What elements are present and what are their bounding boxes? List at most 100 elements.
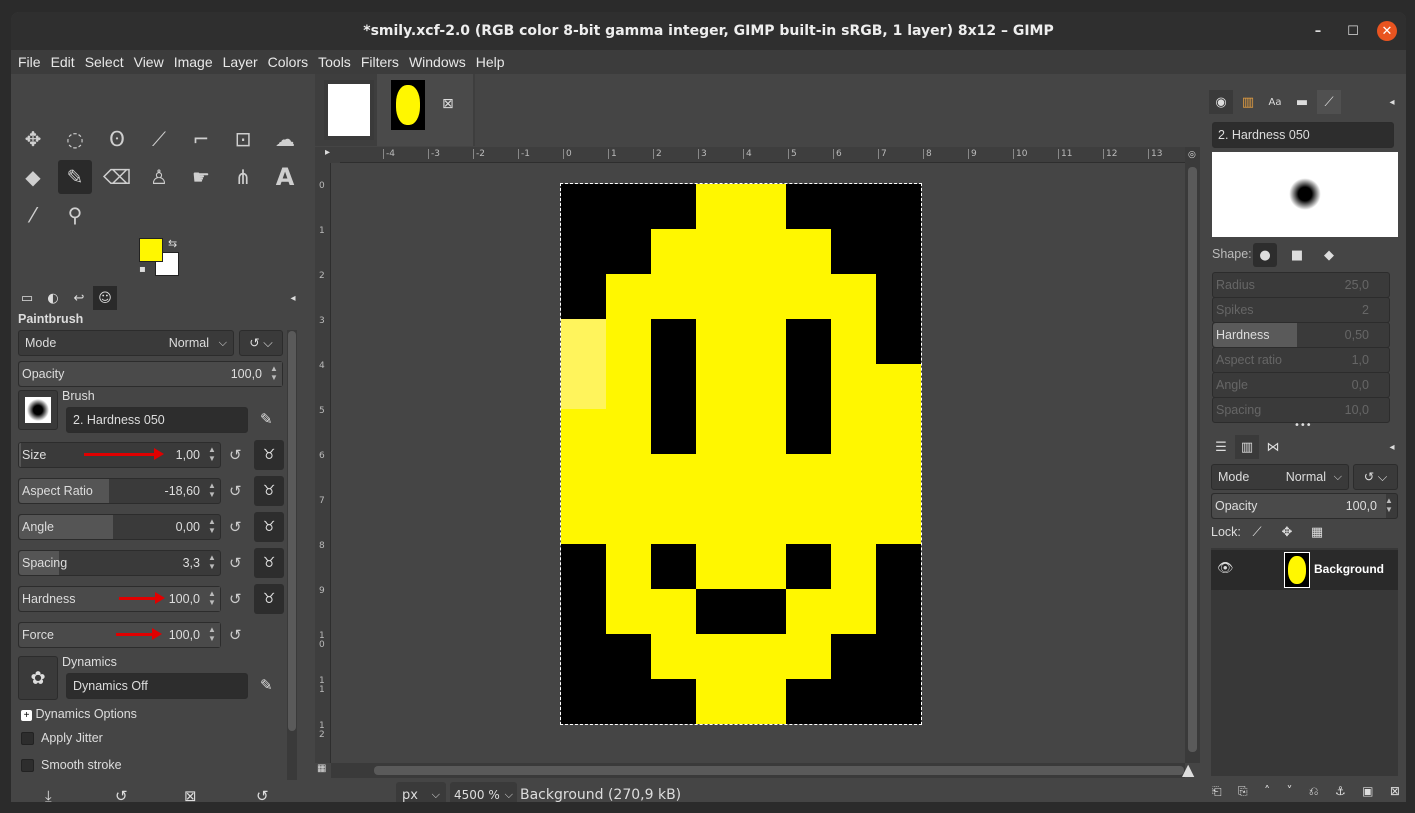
link-spacing-icon[interactable]: ♉ <box>254 548 284 578</box>
dock-separator-handle[interactable]: ••• <box>1294 420 1312 431</box>
menu-filters[interactable]: Filters <box>356 54 404 70</box>
dynamics-options-expander[interactable]: + Dynamics Options <box>21 707 137 721</box>
layer-mode-dropdown[interactable]: Mode Normal ⌵ <box>1211 464 1349 490</box>
layer-row[interactable]: 👁 Background <box>1211 550 1398 590</box>
image-tab-active[interactable]: ⊠ <box>377 74 473 146</box>
brush-editor-tab-icon[interactable]: ⟋ <box>1317 90 1341 114</box>
reset-spacing-icon[interactable]: ↺ <box>229 554 242 572</box>
smooth-stroke-checkbox[interactable]: Smooth stroke <box>21 758 122 772</box>
tool-options-tab-icon[interactable]: ▭ <box>15 286 39 310</box>
paths-icon[interactable]: ⋔ <box>226 160 260 194</box>
navigation-arrow-icon[interactable]: ▲ <box>1182 760 1194 779</box>
configure-tab-icon[interactable]: ◂ <box>1380 435 1404 459</box>
link-hardness-icon[interactable]: ♉ <box>254 584 284 614</box>
brushes-tab-icon[interactable]: ◉ <box>1209 90 1233 114</box>
reset-hardness-icon[interactable]: ↺ <box>229 590 242 608</box>
warp-icon[interactable]: ☁ <box>268 122 302 156</box>
scrollbar-thumb[interactable] <box>1188 167 1197 752</box>
shape-diamond-icon[interactable]: ◆ <box>1317 243 1341 267</box>
new-layer-icon[interactable]: ⎗ <box>1212 784 1222 799</box>
ellipse-select-icon[interactable]: ◌ <box>58 122 92 156</box>
apply-jitter-checkbox[interactable]: Apply Jitter <box>21 731 103 745</box>
spin-icon[interactable]: ▲ ▼ <box>206 589 218 609</box>
gradients-tab-icon[interactable]: ▬ <box>1290 90 1314 114</box>
menu-layer[interactable]: Layer <box>218 54 263 70</box>
spikes-slider[interactable]: Spikes 2 <box>1212 297 1390 323</box>
lock-alpha-icon[interactable]: ▦ <box>1305 520 1329 544</box>
canvas-vertical-scrollbar[interactable]: ◎ <box>1185 147 1200 763</box>
default-colors-icon[interactable]: ▪ <box>139 264 146 275</box>
close-icon[interactable]: ✕ <box>1377 21 1397 41</box>
spin-icon[interactable]: ▲ ▼ <box>206 553 218 573</box>
mask-layer-icon[interactable]: ▣ <box>1362 784 1373 799</box>
patterns-tab-icon[interactable]: ▥ <box>1236 90 1260 114</box>
maximize-icon[interactable]: ☐ <box>1343 21 1363 41</box>
scrollbar-thumb[interactable] <box>374 766 1184 775</box>
close-tab-icon[interactable]: ⊠ <box>442 96 454 112</box>
new-group-icon[interactable]: ⎘ <box>1238 784 1248 799</box>
spin-icon[interactable]: ▲ ▼ <box>206 517 218 537</box>
unified-transform-icon[interactable]: ⊡ <box>226 122 260 156</box>
dynamics-name-field[interactable]: Dynamics Off <box>66 673 248 699</box>
brush-hardness-slider[interactable]: Hardness 0,50 <box>1212 322 1390 348</box>
tool-options-scrollbar[interactable] <box>287 330 297 780</box>
delete-layer-icon[interactable]: ⊠ <box>1390 784 1400 799</box>
canvas-horizontal-scrollbar[interactable] <box>331 763 1185 778</box>
brush-preview-button[interactable] <box>18 390 58 430</box>
unit-dropdown[interactable]: px ⌵ <box>396 782 446 802</box>
zoom-lock-icon[interactable]: ◎ <box>1188 150 1196 160</box>
brush-editor-name-field[interactable]: 2. Hardness 050 <box>1212 122 1394 148</box>
shape-square-icon[interactable]: ■ <box>1285 243 1309 267</box>
configure-tab-icon[interactable]: ◂ <box>281 286 305 310</box>
smiley-image[interactable] <box>560 183 922 725</box>
minimize-icon[interactable]: – <box>1308 21 1328 41</box>
restore-options-icon[interactable]: ↺ <box>115 787 128 802</box>
text-icon[interactable]: A <box>268 160 302 194</box>
images-tab-icon[interactable]: ☺ <box>93 286 117 310</box>
zoom-dropdown[interactable]: 4500 % ⌵ <box>450 782 517 802</box>
eraser-icon[interactable]: ⌫ <box>100 160 134 194</box>
menu-help[interactable]: Help <box>471 54 510 70</box>
dynamics-preview-button[interactable]: ✿ <box>18 656 58 700</box>
layer-opacity-slider[interactable]: Opacity 100,0 ▲ ▼ <box>1211 493 1398 519</box>
radius-slider[interactable]: Radius 25,0 <box>1212 272 1390 298</box>
edit-dynamics-icon[interactable]: ✎ <box>260 676 273 694</box>
layers-tab-icon[interactable]: ☰ <box>1209 435 1233 459</box>
reset-aspect-icon[interactable]: ↺ <box>229 482 242 500</box>
anchor-layer-icon[interactable]: ⚓ <box>1335 784 1346 799</box>
brush-angle-slider[interactable]: Angle 0,0 <box>1212 372 1390 398</box>
spacing-slider[interactable]: Spacing 3,3 ▲ ▼ <box>18 550 221 576</box>
configure-tab-icon[interactable]: ◂ <box>1380 90 1404 114</box>
color-picker-icon[interactable]: ⁄ <box>16 198 50 232</box>
link-aspect-icon[interactable]: ♉ <box>254 476 284 506</box>
reset-angle-icon[interactable]: ↺ <box>229 518 242 536</box>
lock-position-icon[interactable]: ✥ <box>1275 520 1299 544</box>
menu-colors[interactable]: Colors <box>263 54 313 70</box>
brush-aspect-slider[interactable]: Aspect ratio 1,0 <box>1212 347 1390 373</box>
spin-icon[interactable]: ▲ ▼ <box>206 481 218 501</box>
undo-history-tab-icon[interactable]: ↩ <box>67 286 91 310</box>
navigate-icon[interactable]: ▦ <box>317 763 331 778</box>
foreground-color-swatch[interactable] <box>139 238 163 262</box>
lock-pixels-icon[interactable]: ⟋ <box>1245 520 1269 544</box>
paths-tab-icon[interactable]: ⋈ <box>1261 435 1285 459</box>
spin-icon[interactable]: ▲ ▼ <box>268 364 280 384</box>
raise-layer-icon[interactable]: ˄ <box>1264 784 1270 799</box>
swap-colors-icon[interactable]: ⇆ <box>168 237 177 250</box>
reset-force-icon[interactable]: ↺ <box>229 626 242 644</box>
quick-mask-corner[interactable]: ▸ <box>315 147 340 163</box>
free-select-icon[interactable]: ʘ <box>100 122 134 156</box>
crop-icon[interactable]: ⌐ <box>184 122 218 156</box>
link-angle-icon[interactable]: ♉ <box>254 512 284 542</box>
menu-select[interactable]: Select <box>80 54 129 70</box>
device-status-tab-icon[interactable]: ◐ <box>41 286 65 310</box>
scrollbar-thumb[interactable] <box>288 331 296 731</box>
lower-layer-icon[interactable]: ˅ <box>1286 784 1292 799</box>
image-tab-blank[interactable] <box>324 80 374 140</box>
bucket-fill-icon[interactable]: ◆ <box>16 160 50 194</box>
mode-reset-button[interactable]: ↺ ⌵ <box>239 330 283 356</box>
menu-file[interactable]: File <box>13 54 46 70</box>
zoom-icon[interactable]: ⚲ <box>58 198 92 232</box>
opacity-slider[interactable]: Opacity 100,0 ▲ ▼ <box>18 361 283 387</box>
brush-name-field[interactable]: 2. Hardness 050 <box>66 407 248 433</box>
